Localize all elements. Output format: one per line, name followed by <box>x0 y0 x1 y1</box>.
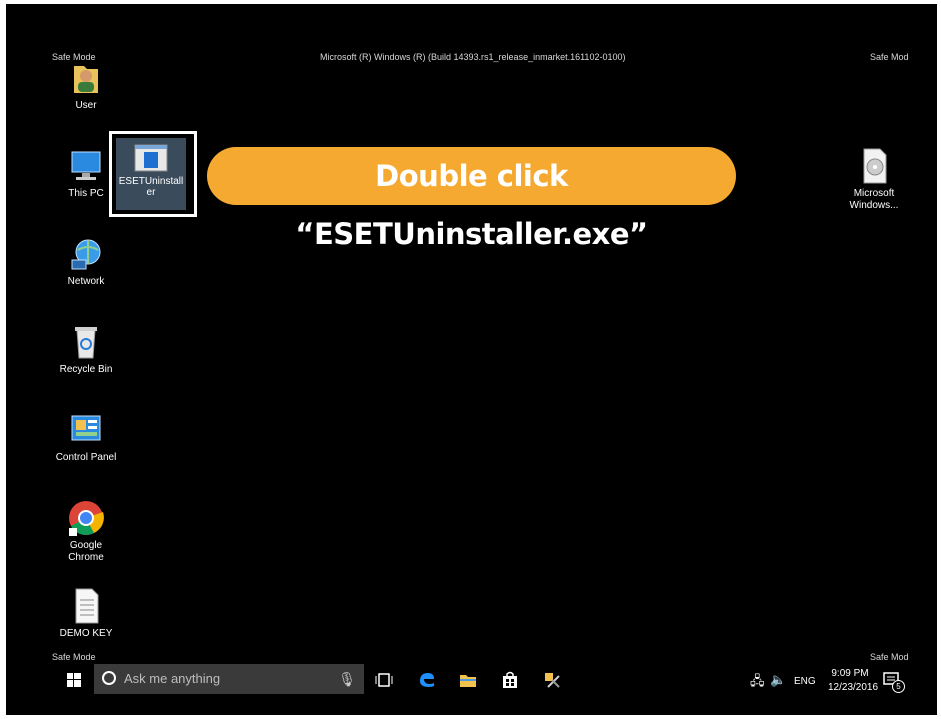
network-tray-icon[interactable]: 🖧 <box>750 672 765 694</box>
search-placeholder: Ask me anything <box>124 671 221 686</box>
windows-logo-icon <box>67 673 81 687</box>
desktop-icon-network[interactable]: Network <box>46 234 126 288</box>
desktop-icon-recycle-bin[interactable]: Recycle Bin <box>46 322 126 376</box>
cortana-search-box[interactable]: Ask me anything 🎙 <box>94 664 364 694</box>
safe-mode-watermark-top-right: Safe Mod <box>870 52 909 62</box>
recycle-bin-icon <box>66 322 106 362</box>
clock-date: 12/23/2016 <box>828 682 879 693</box>
volume-muted-icon[interactable]: 🔈 <box>770 672 786 688</box>
network-globe-icon <box>66 234 106 274</box>
recycle-bin-label: Recycle Bin <box>59 364 113 375</box>
microsoft-windows-label-line2: Windows... <box>849 200 899 211</box>
disc-image-file-icon <box>854 146 894 186</box>
chrome-icon <box>66 498 106 538</box>
folder-icon <box>460 675 476 687</box>
desktop-icon-user[interactable]: User <box>46 58 126 112</box>
microsoft-windows-label-line1: Microsoft <box>853 188 895 199</box>
computer-icon <box>66 146 106 186</box>
store-bag-icon <box>503 671 517 688</box>
notification-count-badge: 5 <box>892 680 905 693</box>
application-window-icon <box>134 144 168 172</box>
clock-time: 9:09 PM <box>831 668 869 679</box>
eset-taskbar-button[interactable] <box>542 670 562 690</box>
task-view-icon <box>375 673 393 687</box>
tools-icon <box>545 673 560 688</box>
instruction-callout: Double click “ESETUninstaller.exe” <box>207 147 736 251</box>
desktop-icon-control-panel[interactable]: Control Panel <box>46 410 126 464</box>
user-folder-icon <box>66 58 106 98</box>
text-file-icon <box>66 586 106 626</box>
file-explorer-button[interactable] <box>458 670 478 690</box>
eset-uninstaller-label: ESETUninstaller <box>118 176 184 198</box>
control-panel-icon <box>66 410 106 450</box>
desktop-icon-google-chrome[interactable]: Google Chrome <box>46 498 126 564</box>
task-view-button[interactable] <box>374 670 394 690</box>
network-label: Network <box>67 276 105 287</box>
desktop: Safe Mode Microsoft (R) Windows (R) (Bui… <box>6 4 937 715</box>
desktop-icon-eset-uninstaller[interactable]: ESETUninstaller <box>116 138 186 210</box>
build-watermark: Microsoft (R) Windows (R) (Build 14393.r… <box>320 52 626 62</box>
clock[interactable]: 9:09 PM 12/23/2016 <box>828 668 879 693</box>
edge-button[interactable] <box>416 670 436 690</box>
action-center-button[interactable]: 5 <box>882 670 905 693</box>
desktop-icon-demo-key[interactable]: DEMO KEY <box>46 586 126 640</box>
cortana-icon <box>102 671 116 685</box>
edge-icon <box>420 673 434 687</box>
desktop-icon-microsoft-windows[interactable]: Microsoft Windows... <box>834 146 914 212</box>
start-button[interactable] <box>64 670 84 690</box>
microphone-icon[interactable]: 🎙 <box>338 664 356 694</box>
language-indicator[interactable]: ENG <box>794 676 816 687</box>
store-button[interactable] <box>500 670 520 690</box>
user-label: User <box>75 100 97 111</box>
control-panel-label: Control Panel <box>55 452 117 463</box>
chrome-label: Google Chrome <box>68 540 104 563</box>
demo-key-label: DEMO KEY <box>59 628 113 639</box>
